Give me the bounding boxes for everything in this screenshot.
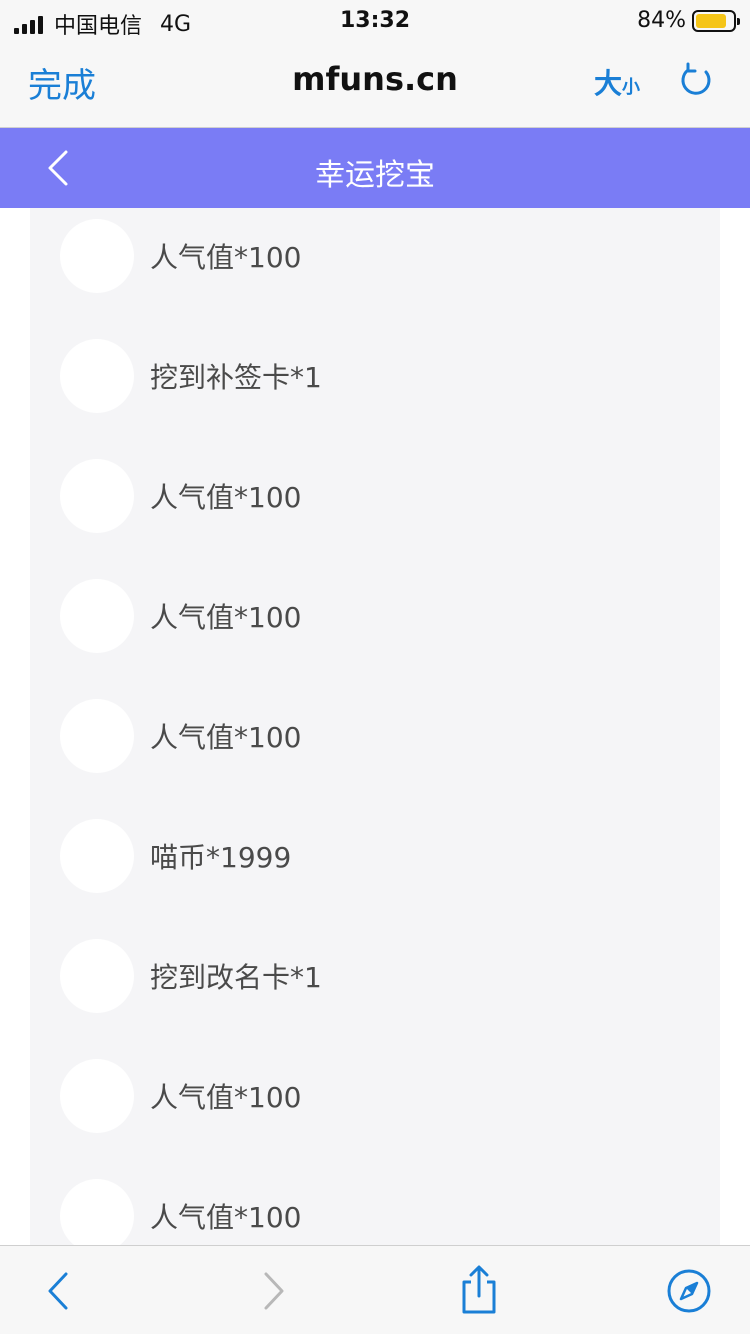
browser-top-bar: 完成 mfuns.cn 大小 [0,42,750,128]
prize-avatar [60,699,134,773]
prize-label: 人气值*100 [150,241,302,274]
prize-avatar [60,579,134,653]
battery-fill [696,13,727,28]
status-right: 84% [637,8,740,33]
prize-label: 人气值*100 [150,601,302,634]
app-header: 幸运挖宝 [0,128,750,208]
list-item: 人气值*100 [30,1036,720,1156]
list-item: 挖到补签卡*1 [30,316,720,436]
prize-label: 人气值*100 [150,481,302,514]
battery-percent: 84% [637,8,686,33]
battery-icon [692,9,740,32]
list-item: 人气值*100 [30,556,720,676]
list-item: 人气值*100 [30,676,720,796]
compass-icon[interactable] [666,1268,712,1314]
list-item: 人气值*100 [30,436,720,556]
page-title: 幸运挖宝 [315,158,435,193]
reload-icon[interactable] [676,60,716,100]
prize-label: 挖到改名卡*1 [150,961,322,994]
prize-avatar [60,339,134,413]
text-size-button[interactable]: 大小 [594,62,640,102]
list-item: 挖到改名卡*1 [30,916,720,1036]
prize-list[interactable]: 人气值*100 挖到补签卡*1 人气值*100 人气值*100 人气值*100 … [30,208,720,1245]
prize-avatar [60,219,134,293]
share-icon[interactable] [456,1264,502,1316]
list-item: 人气值*100 [30,1156,720,1245]
back-arrow-icon[interactable] [36,1268,82,1314]
main-content[interactable]: 人气值*100 挖到补签卡*1 人气值*100 人气值*100 人气值*100 … [0,208,750,1245]
text-size-big-label: 大 [594,67,623,100]
prize-label: 人气值*100 [150,721,302,754]
prize-avatar [60,939,134,1013]
forward-arrow-icon[interactable] [250,1268,296,1314]
prize-panel: 人气值*100 挖到补签卡*1 人气值*100 人气值*100 人气值*100 … [30,208,720,1245]
browser-toolbar [0,1245,750,1334]
prize-avatar [60,459,134,533]
text-size-small-label: 小 [622,77,641,98]
prize-label: 人气值*100 [150,1081,302,1114]
prize-label: 人气值*100 [150,1201,302,1234]
status-bar: 中国电信 4G 13:32 84% [0,0,750,42]
prize-label: 喵币*1999 [150,841,292,874]
list-item: 喵币*1999 [30,796,720,916]
prize-avatar [60,1059,134,1133]
prize-label: 挖到补签卡*1 [150,361,322,394]
prize-avatar [60,1179,134,1245]
list-item: 人气值*100 [30,208,720,316]
prize-avatar [60,819,134,893]
